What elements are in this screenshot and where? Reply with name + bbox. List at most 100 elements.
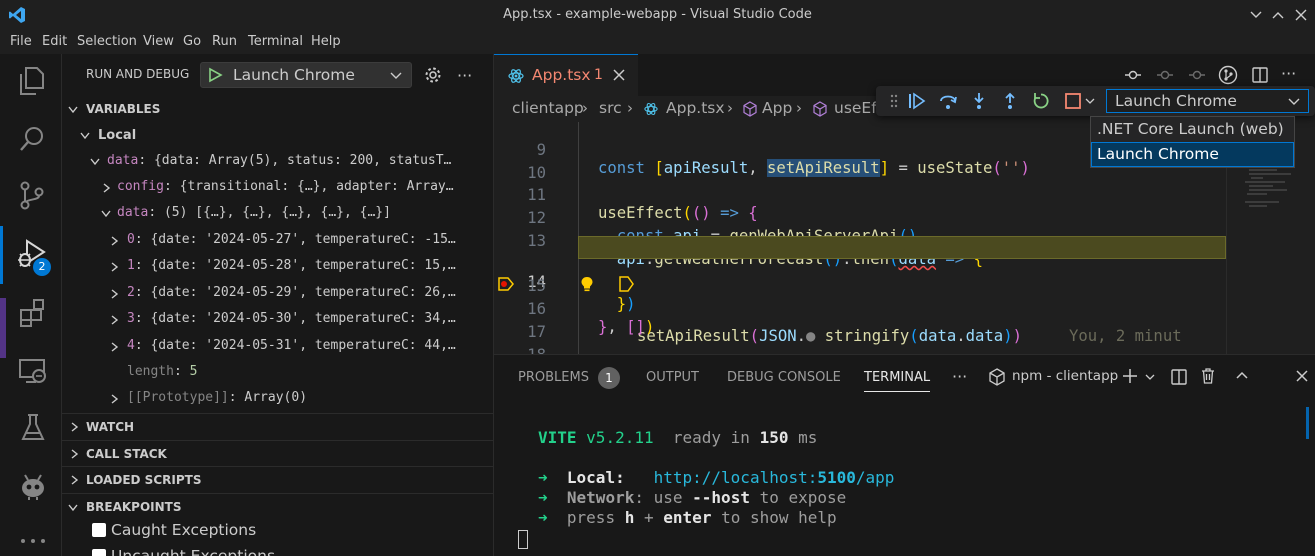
component-icon bbox=[742, 101, 758, 117]
chevron-right-icon bbox=[68, 421, 80, 433]
breakpoint-caught-exceptions[interactable]: Caught Exceptions bbox=[62, 518, 493, 544]
variable-name: 0 bbox=[127, 232, 135, 247]
checkbox[interactable] bbox=[92, 523, 106, 537]
add-terminal-icon[interactable] bbox=[1122, 368, 1138, 384]
debug-badge: 2 bbox=[33, 258, 51, 276]
continue-icon[interactable] bbox=[908, 92, 926, 110]
next-change-icon[interactable] bbox=[1188, 66, 1206, 84]
terminal-output-line: ➜ Local: http://localhost:5100/app bbox=[538, 468, 895, 487]
tab-problems[interactable]: PROBLEMS bbox=[518, 370, 589, 385]
variable-row[interactable]: data: {data: Array(5), status: 200, stat… bbox=[62, 149, 493, 175]
breakpoint-uncaught-exceptions[interactable]: Uncaught Exceptions bbox=[62, 544, 493, 556]
remote-explorer-icon[interactable] bbox=[18, 356, 48, 386]
chevron-right-icon bbox=[100, 182, 112, 194]
variable-value: {transitional: {…}, adapter: Array… bbox=[179, 179, 454, 194]
breadcrumb-item[interactable]: App.tsx bbox=[666, 99, 725, 117]
scope-label: Local bbox=[98, 128, 137, 143]
more-actions-icon[interactable]: ··· bbox=[1281, 64, 1296, 83]
local-scope[interactable]: Local bbox=[62, 122, 493, 148]
trash-icon[interactable] bbox=[1200, 367, 1216, 385]
previous-change-icon[interactable] bbox=[1156, 66, 1174, 84]
terminal-output-line: ➜ Network: use --host to expose bbox=[538, 488, 847, 507]
dropdown-option-selected[interactable]: Launch Chrome bbox=[1091, 142, 1294, 167]
variable-row-prototype[interactable]: [[Prototype]]: Array(0) bbox=[62, 386, 493, 412]
call-stack-section-header[interactable]: CALL STACK bbox=[62, 440, 493, 466]
debug-config-select[interactable]: Launch Chrome bbox=[1106, 89, 1309, 113]
chevron-down-icon bbox=[79, 130, 91, 142]
close-panel-icon[interactable] bbox=[1294, 368, 1310, 384]
chevron-down-icon bbox=[67, 104, 79, 116]
menu-run[interactable]: Run bbox=[212, 34, 237, 49]
more-actions-icon[interactable]: ··· bbox=[952, 367, 967, 386]
launch-config-select[interactable]: Launch Chrome bbox=[200, 62, 412, 88]
breadcrumb-item[interactable]: src bbox=[599, 99, 622, 117]
variable-row[interactable]: 4: {date: '2024-05-31', temperatureC: 44… bbox=[62, 334, 493, 360]
variables-section-header[interactable]: VARIABLES bbox=[62, 96, 493, 122]
variable-row[interactable]: 1: {date: '2024-05-28', temperatureC: 15… bbox=[62, 254, 493, 280]
variable-row[interactable]: 2: {date: '2024-05-29', temperatureC: 26… bbox=[62, 281, 493, 307]
gear-icon[interactable] bbox=[424, 66, 442, 84]
split-compare-icon[interactable] bbox=[1124, 66, 1142, 84]
variable-value: {date: '2024-05-28', temperatureC: 15,… bbox=[150, 258, 456, 273]
menu-terminal[interactable]: Terminal bbox=[248, 34, 303, 49]
search-icon[interactable] bbox=[18, 124, 46, 154]
tab-output[interactable]: OUTPUT bbox=[646, 370, 699, 385]
watch-section-header[interactable]: WATCH bbox=[62, 413, 493, 439]
variable-row[interactable]: 0: {date: '2024-05-27', temperatureC: -1… bbox=[62, 228, 493, 254]
variable-row[interactable]: data: (5) [{…}, {…}, {…}, {…}, {…}] bbox=[62, 201, 493, 227]
menu-file[interactable]: File bbox=[10, 34, 32, 49]
chevron-up-icon[interactable] bbox=[1234, 368, 1250, 384]
checkbox[interactable] bbox=[92, 549, 106, 556]
variable-value: (5) [{…}, {…}, {…}, {…}, {…}] bbox=[163, 205, 391, 220]
explorer-icon[interactable] bbox=[18, 66, 46, 96]
drag-handle-icon[interactable] bbox=[890, 93, 898, 109]
source-control-icon[interactable] bbox=[18, 180, 46, 210]
split-editor-icon[interactable] bbox=[1251, 66, 1269, 84]
menu-edit[interactable]: Edit bbox=[42, 34, 67, 49]
chevron-down-icon[interactable] bbox=[1084, 95, 1096, 107]
breakpoints-section-header[interactable]: BREAKPOINTS bbox=[62, 493, 493, 519]
restore-window-icon[interactable] bbox=[1271, 8, 1285, 22]
step-out-icon[interactable] bbox=[1001, 92, 1019, 110]
git-graph-icon[interactable] bbox=[1218, 65, 1238, 85]
section-title: WATCH bbox=[86, 420, 135, 434]
variable-row[interactable]: 3: {date: '2024-05-30', temperatureC: 34… bbox=[62, 307, 493, 333]
breadcrumb-item[interactable]: useEff bbox=[834, 99, 882, 117]
debug-toolbar: Launch Chrome bbox=[876, 86, 1315, 116]
window-title: App.tsx - example-webapp - Visual Studio… bbox=[503, 7, 812, 22]
close-icon[interactable] bbox=[612, 68, 626, 82]
vertical-scrollbar[interactable] bbox=[1298, 122, 1315, 354]
tab-debug-console[interactable]: DEBUG CONSOLE bbox=[727, 370, 841, 385]
react-icon bbox=[508, 68, 524, 84]
breadcrumb-item[interactable]: App bbox=[762, 99, 792, 117]
loaded-scripts-section-header[interactable]: LOADED SCRIPTS bbox=[62, 466, 493, 492]
chevron-down-icon[interactable] bbox=[1249, 8, 1263, 22]
variable-row[interactable]: config: {transitional: {…}, adapter: Arr… bbox=[62, 175, 493, 201]
extensions-icon[interactable] bbox=[18, 298, 46, 328]
variable-value: 5 bbox=[189, 364, 198, 379]
tab-terminal[interactable]: TERMINAL bbox=[864, 370, 930, 385]
menu-selection[interactable]: Selection bbox=[77, 34, 137, 49]
menu-go[interactable]: Go bbox=[183, 34, 201, 49]
dropdown-option[interactable]: .NET Core Launch (web) bbox=[1091, 117, 1294, 142]
chevron-right-icon bbox=[108, 314, 120, 326]
step-over-icon[interactable] bbox=[938, 92, 958, 110]
more-actions-icon[interactable]: ··· bbox=[457, 66, 472, 85]
tab-app-tsx[interactable]: App.tsx 1 bbox=[494, 54, 638, 96]
breadcrumb-item[interactable]: clientapp bbox=[512, 99, 584, 117]
testing-icon[interactable] bbox=[20, 412, 46, 444]
split-terminal-icon[interactable] bbox=[1170, 368, 1188, 386]
more-icon[interactable] bbox=[20, 538, 46, 544]
restart-icon[interactable] bbox=[1032, 92, 1050, 110]
menu-help[interactable]: Help bbox=[311, 34, 341, 49]
start-debugging-icon[interactable] bbox=[207, 67, 223, 83]
chevron-down-icon[interactable] bbox=[1144, 371, 1156, 383]
stop-icon[interactable] bbox=[1064, 92, 1082, 110]
copilot-icon[interactable] bbox=[19, 469, 47, 501]
close-window-icon[interactable] bbox=[1294, 8, 1308, 22]
menu-view[interactable]: View bbox=[143, 34, 174, 49]
variable-row-length[interactable]: length: 5 bbox=[62, 360, 493, 386]
terminal-scrollbar[interactable] bbox=[1306, 407, 1309, 439]
step-into-icon[interactable] bbox=[970, 92, 988, 110]
terminal-name[interactable]: npm - clientapp bbox=[1012, 368, 1118, 384]
